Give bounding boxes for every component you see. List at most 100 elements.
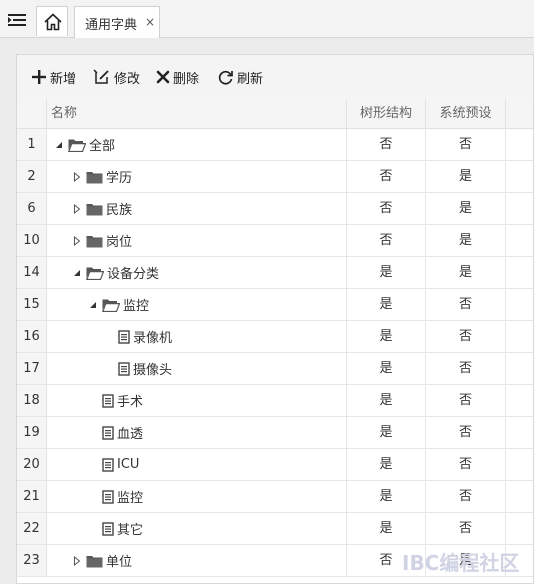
- table-row[interactable]: 20 ICU 是否: [17, 449, 533, 481]
- table-row[interactable]: 22 其它 是否: [17, 513, 533, 545]
- table-row[interactable]: 10 岗位 否是: [17, 225, 533, 257]
- tree-node: 摄像头: [103, 353, 172, 384]
- folder-icon: [83, 554, 103, 568]
- name-cell[interactable]: ICU: [47, 449, 347, 480]
- refresh-button[interactable]: 刷新: [217, 67, 263, 87]
- file-icon: [102, 521, 114, 536]
- file-icon: [102, 425, 114, 440]
- collapsed-arrow-icon: [74, 203, 81, 214]
- file-icon: [99, 425, 114, 440]
- node-label: 血透: [117, 427, 144, 442]
- column-header-name[interactable]: 名称: [47, 99, 347, 128]
- table-row[interactable]: 17 摄像头 是否: [17, 353, 533, 385]
- name-cell[interactable]: 录像机: [47, 321, 347, 352]
- table-row[interactable]: 16 录像机 是否: [17, 321, 533, 353]
- tree-expander[interactable]: [71, 203, 83, 215]
- system-preset-cell: 是: [426, 193, 506, 224]
- tree-node: 设备分类: [71, 257, 159, 288]
- node-label: ICU: [117, 457, 140, 472]
- folder-icon: [86, 235, 103, 247]
- tree-structure-cell: 否: [347, 225, 426, 256]
- tab-close-button[interactable]: ×: [145, 15, 155, 29]
- name-cell[interactable]: 单位: [47, 545, 347, 576]
- system-preset-cell: 否: [426, 129, 506, 160]
- name-cell[interactable]: 血透: [47, 417, 347, 448]
- node-label: 民族: [106, 203, 133, 218]
- expanded-arrow-icon: [56, 141, 62, 148]
- delete-button[interactable]: 删除: [156, 67, 199, 87]
- name-cell[interactable]: 岗位: [47, 225, 347, 256]
- table-row[interactable]: 21 监控 是否: [17, 481, 533, 513]
- column-header-system-preset[interactable]: 系统预设: [426, 99, 506, 128]
- tree-structure-cell: 是: [347, 449, 426, 480]
- collapsed-arrow-icon: [74, 235, 81, 246]
- row-number: 16: [17, 321, 47, 352]
- name-cell[interactable]: 设备分类: [47, 257, 347, 288]
- folder-open-icon: [86, 267, 104, 280]
- watermark: IBC编程社区: [402, 551, 520, 575]
- add-button[interactable]: 新增: [31, 67, 76, 87]
- tree-expander[interactable]: [71, 555, 83, 567]
- tree-node: ICU: [87, 449, 139, 480]
- name-cell[interactable]: 摄像头: [47, 353, 347, 384]
- tree-expander[interactable]: [71, 171, 83, 183]
- system-preset-cell: 否: [426, 481, 506, 512]
- delete-button-label: 删除: [173, 71, 200, 87]
- file-icon: [99, 457, 114, 472]
- tree-expander[interactable]: [71, 235, 83, 247]
- table-row[interactable]: 15 监控 是否: [17, 289, 533, 321]
- tree-expander[interactable]: [87, 299, 99, 311]
- name-cell[interactable]: 手术: [47, 385, 347, 416]
- table-row[interactable]: 19 血透 是否: [17, 417, 533, 449]
- table-row[interactable]: 6 民族 否是: [17, 193, 533, 225]
- folder-icon: [83, 170, 103, 184]
- content-area: 新增 修改 删除 刷新 名称 树形结构 系统预设 1 全部 否 否 2 学历 否…: [0, 38, 534, 584]
- tree-expander[interactable]: [71, 267, 83, 279]
- name-cell[interactable]: 监控: [47, 481, 347, 512]
- table-row[interactable]: 18 手术 是否: [17, 385, 533, 417]
- file-icon: [118, 329, 130, 344]
- edit-button[interactable]: 修改: [93, 67, 140, 87]
- name-cell[interactable]: 民族: [47, 193, 347, 224]
- home-icon: [44, 13, 62, 31]
- name-cell[interactable]: 学历: [47, 161, 347, 192]
- name-cell[interactable]: 全部: [47, 129, 347, 160]
- folder-icon: [86, 171, 103, 183]
- tree-node: 全部: [53, 129, 115, 160]
- name-cell[interactable]: 监控: [47, 289, 347, 320]
- table-row[interactable]: 1 全部 否否: [17, 129, 533, 161]
- tab-bar: 通用字典 ×: [0, 0, 534, 38]
- row-number: 19: [17, 417, 47, 448]
- tab-general-dictionary[interactable]: 通用字典 ×: [74, 6, 160, 38]
- table-row[interactable]: 2 学历 否是: [17, 161, 533, 193]
- folder-icon: [83, 202, 103, 216]
- folder-icon: [86, 203, 103, 215]
- node-label: 岗位: [106, 235, 133, 250]
- refresh-icon: [218, 70, 233, 85]
- row-number: 10: [17, 225, 47, 256]
- file-icon: [102, 393, 114, 408]
- file-icon: [99, 489, 114, 504]
- tree-structure-cell: 否: [347, 161, 426, 192]
- node-label: 单位: [106, 555, 133, 570]
- node-label: 设备分类: [107, 267, 160, 282]
- menu-icon[interactable]: [4, 7, 30, 33]
- toolbar: 新增 修改 删除 刷新: [17, 55, 533, 100]
- system-preset-cell: 否: [426, 321, 506, 352]
- tree-structure-cell: 是: [347, 513, 426, 544]
- tree-structure-cell: 否: [347, 193, 426, 224]
- tree-expander: [87, 427, 99, 439]
- expanded-arrow-icon: [74, 269, 80, 276]
- tree-expander: [87, 459, 99, 471]
- table-row[interactable]: 14 设备分类 是是: [17, 257, 533, 289]
- folder-open-icon: [102, 299, 120, 312]
- home-tab[interactable]: [36, 6, 68, 36]
- file-icon: [102, 457, 114, 472]
- delete-icon: [156, 70, 170, 84]
- system-preset-cell: 是: [426, 225, 506, 256]
- column-header-tree-structure[interactable]: 树形结构: [347, 99, 426, 128]
- name-cell[interactable]: 其它: [47, 513, 347, 544]
- tree-expander[interactable]: [53, 139, 65, 151]
- node-label: 其它: [117, 523, 144, 538]
- tree-structure-cell: 是: [347, 385, 426, 416]
